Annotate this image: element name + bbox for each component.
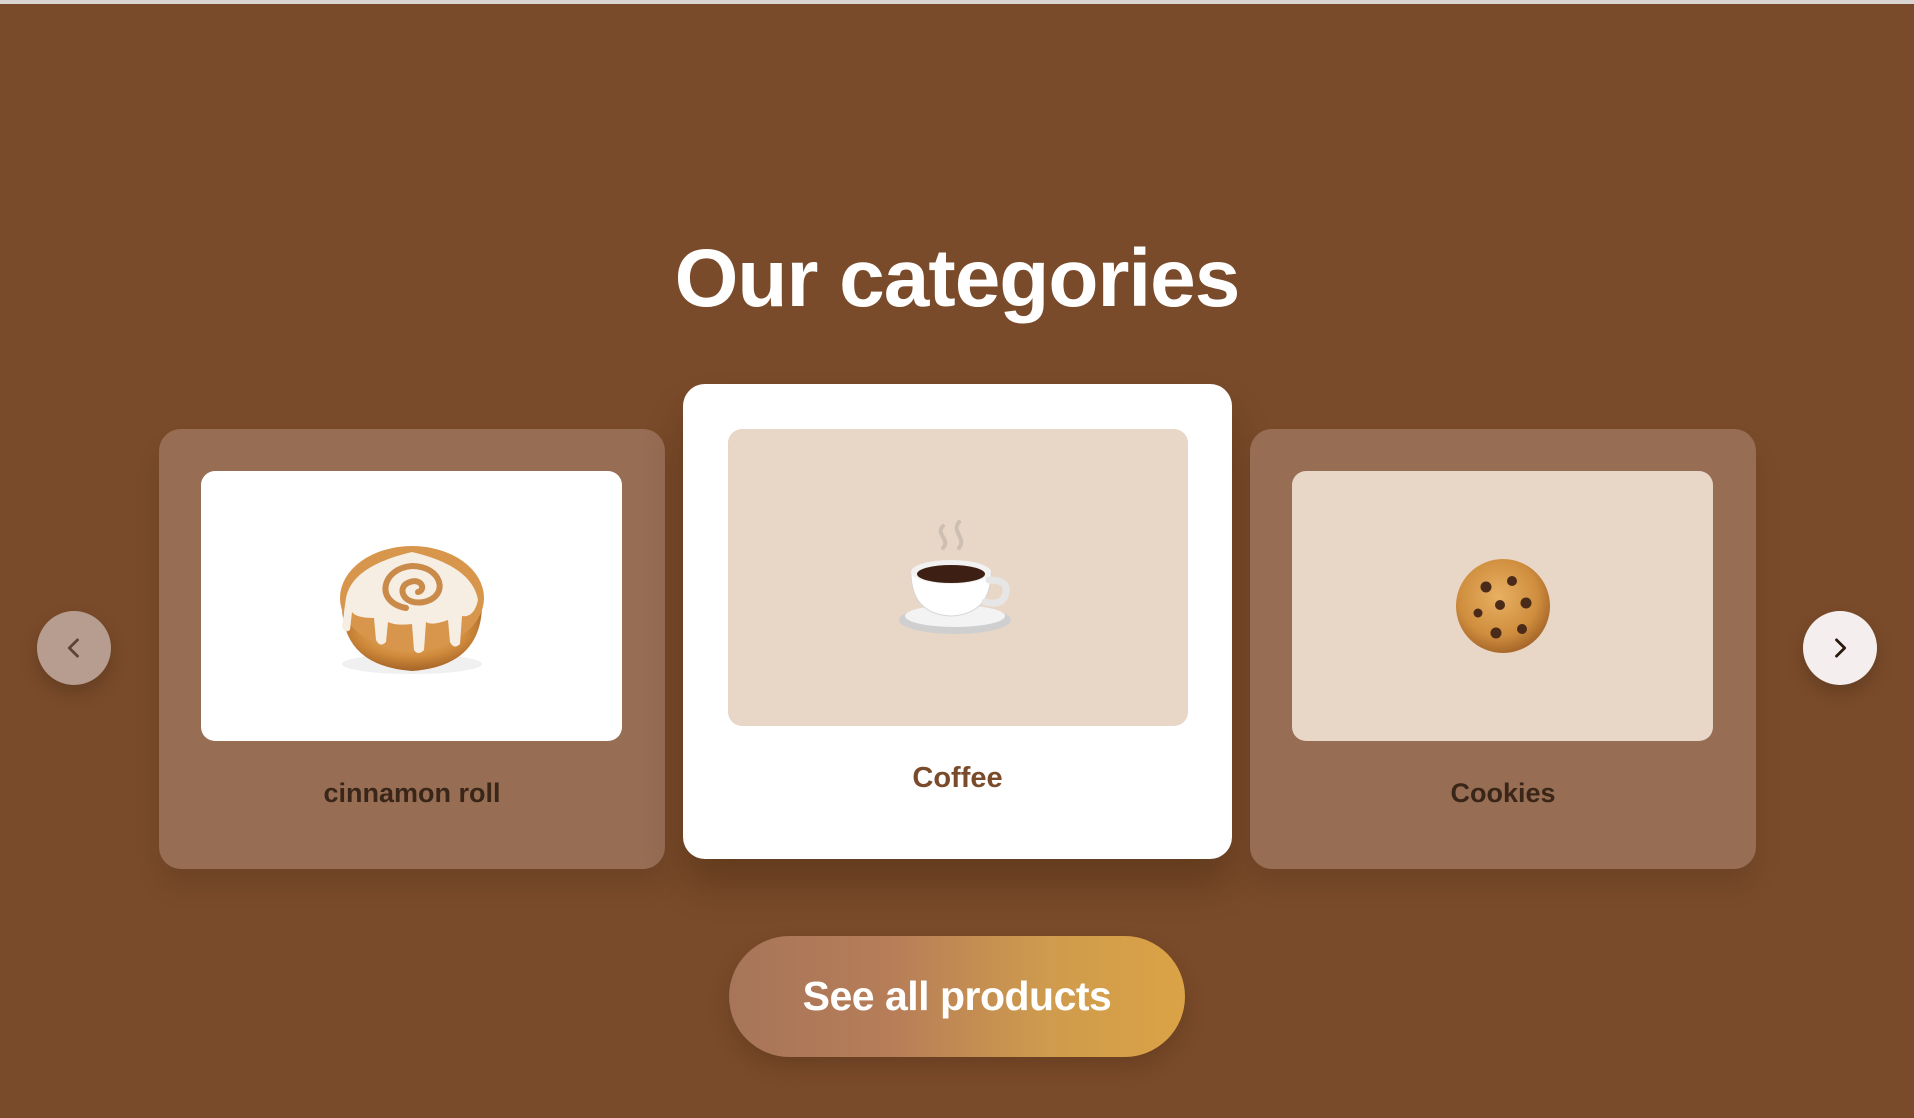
card-media (1292, 471, 1713, 741)
see-all-products-button[interactable]: See all products (729, 936, 1185, 1057)
category-card-coffee[interactable]: Coffee (683, 384, 1232, 859)
card-label: cinnamon roll (323, 778, 501, 808)
category-card-cinnamon-roll[interactable]: cinnamon roll (159, 429, 665, 869)
cinnamon-roll-image (339, 546, 484, 674)
chevron-left-icon (67, 638, 79, 658)
card-label: Coffee (912, 762, 1003, 794)
coffee-cup-image (899, 519, 1011, 634)
categories-section: Our categories cinnamon roll Coffee Cook… (0, 0, 1914, 1118)
section-title: Our categories (674, 233, 1241, 324)
carousel-prev-button[interactable] (37, 611, 111, 685)
cookie-image (1455, 559, 1550, 653)
category-card-cookies[interactable]: Cookies (1250, 429, 1756, 869)
carousel-next-button[interactable] (1803, 611, 1877, 685)
card-media (201, 471, 622, 741)
chevron-right-icon (1835, 638, 1847, 658)
card-label: Cookies (1450, 778, 1556, 808)
card-media (728, 429, 1188, 726)
